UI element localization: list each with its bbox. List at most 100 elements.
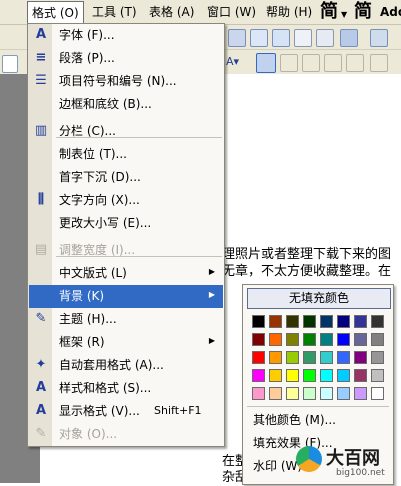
- drawing-icon[interactable]: [340, 29, 358, 47]
- align-center-icon[interactable]: [280, 54, 298, 72]
- color-swatch[interactable]: [337, 315, 350, 328]
- menu-item-label: 样式和格式 (S)...: [59, 381, 152, 395]
- menu-item-text-direction[interactable]: ⫼ 文字方向 (X)...: [29, 189, 223, 212]
- menu-window[interactable]: 窗口 (W): [203, 3, 260, 21]
- color-swatch[interactable]: [269, 369, 282, 382]
- excel-icon[interactable]: [294, 29, 312, 47]
- reveal-formatting-icon: A: [35, 403, 47, 418]
- color-swatch[interactable]: [354, 369, 367, 382]
- style-dropdown[interactable]: [2, 55, 18, 73]
- menu-item-borders-shading[interactable]: 边框和底纹 (B)...: [29, 93, 223, 116]
- more-colors-item[interactable]: 其他颜色 (M)...: [253, 411, 336, 428]
- color-swatch[interactable]: [371, 315, 384, 328]
- color-swatch[interactable]: [252, 333, 265, 346]
- color-swatch[interactable]: [354, 333, 367, 346]
- menu-item-columns[interactable]: ▥ 分栏 (C)...: [29, 120, 223, 143]
- color-swatch[interactable]: [337, 333, 350, 346]
- fit-text-icon: ▤: [34, 242, 48, 257]
- color-swatch[interactable]: [337, 387, 350, 400]
- borders-shading-icon: [33, 96, 49, 112]
- ime-simplified-button-2[interactable]: 简: [350, 0, 376, 24]
- color-swatch[interactable]: [269, 351, 282, 364]
- color-swatch[interactable]: [252, 351, 265, 364]
- submenu-arrow-icon: ▶: [208, 290, 215, 299]
- color-swatch[interactable]: [320, 351, 333, 364]
- logo-url: big100.net: [336, 468, 385, 478]
- menu-item-fit-text: ▤ 调整宽度 (I)...: [29, 239, 223, 262]
- color-swatch[interactable]: [269, 333, 282, 346]
- line-spacing-icon[interactable]: [346, 54, 364, 72]
- menu-item-label: 边框和底纹 (B)...: [59, 97, 152, 111]
- color-swatch[interactable]: [354, 315, 367, 328]
- document-map-icon[interactable]: [370, 29, 388, 47]
- columns-icon[interactable]: [316, 29, 334, 47]
- menu-item-theme[interactable]: ✎ 主题 (H)...: [29, 308, 223, 331]
- color-swatch[interactable]: [269, 315, 282, 328]
- align-right-icon[interactable]: [302, 54, 320, 72]
- font-color-icon[interactable]: A▾: [226, 55, 242, 71]
- table-icon[interactable]: [250, 29, 268, 47]
- menu-table[interactable]: 表格 (A): [145, 3, 198, 21]
- menu-item-frames[interactable]: 框架 (R) ▶: [29, 331, 223, 354]
- menu-item-shortcut: Shift+F1: [154, 404, 202, 417]
- adobe-menu[interactable]: Ado: [376, 3, 401, 21]
- color-swatch[interactable]: [303, 333, 316, 346]
- color-swatch[interactable]: [337, 369, 350, 382]
- menu-help[interactable]: 帮助 (H): [262, 3, 316, 21]
- color-swatch[interactable]: [252, 369, 265, 382]
- color-swatch[interactable]: [269, 387, 282, 400]
- submenu-arrow-icon: ▶: [208, 267, 215, 276]
- drop-cap-icon: [33, 169, 49, 185]
- align-left-icon[interactable]: [256, 53, 276, 73]
- no-fill-color-button[interactable]: 无填充颜色: [247, 288, 391, 309]
- color-swatch[interactable]: [371, 333, 384, 346]
- color-swatch[interactable]: [286, 369, 299, 382]
- numbering-icon[interactable]: [370, 54, 388, 72]
- change-case-icon: [33, 215, 49, 231]
- menu-item-styles-formatting[interactable]: A 样式和格式 (S)...: [29, 377, 223, 400]
- menu-item-asian-layout[interactable]: 中文版式 (L) ▶: [29, 262, 223, 285]
- menu-item-paragraph[interactable]: ≡ 段落 (P)...: [29, 47, 223, 70]
- color-swatch[interactable]: [252, 387, 265, 400]
- color-swatch[interactable]: [286, 387, 299, 400]
- color-swatch[interactable]: [303, 369, 316, 382]
- color-swatch[interactable]: [354, 351, 367, 364]
- color-swatch[interactable]: [320, 333, 333, 346]
- menu-item-drop-cap[interactable]: 首字下沉 (D)...: [29, 166, 223, 189]
- color-swatch[interactable]: [337, 351, 350, 364]
- site-watermark-logo: 大百网 big100.net: [296, 444, 401, 483]
- color-swatch[interactable]: [371, 369, 384, 382]
- menu-item-label: 更改大小写 (E)...: [59, 216, 152, 230]
- color-swatch[interactable]: [371, 387, 384, 400]
- menu-item-label: 项目符号和编号 (N)...: [59, 74, 177, 88]
- toolbar-button[interactable]: [228, 29, 246, 47]
- menu-item-label: 首字下沉 (D)...: [59, 170, 141, 184]
- document-text-line: 无章，不太方便收藏整理。在: [222, 264, 392, 279]
- color-swatch[interactable]: [303, 387, 316, 400]
- menu-item-reveal-formatting[interactable]: A 显示格式 (V)... Shift+F1: [29, 400, 223, 423]
- menu-item-change-case[interactable]: 更改大小写 (E)...: [29, 212, 223, 235]
- menu-item-background[interactable]: 背景 (K) ▶: [29, 285, 223, 308]
- menu-item-autoformat[interactable]: ✦ 自动套用格式 (A)...: [29, 354, 223, 377]
- menu-format[interactable]: 格式 (O): [27, 1, 84, 24]
- separator: [56, 256, 222, 257]
- menu-tools[interactable]: 工具 (T): [88, 3, 141, 21]
- color-swatch[interactable]: [286, 315, 299, 328]
- color-swatch[interactable]: [320, 369, 333, 382]
- menu-item-tabs[interactable]: 制表位 (T)...: [29, 143, 223, 166]
- color-swatch[interactable]: [286, 333, 299, 346]
- color-swatch[interactable]: [320, 387, 333, 400]
- justify-icon[interactable]: [324, 54, 342, 72]
- menu-item-bullets-numbering[interactable]: ☰ 项目符号和编号 (N)...: [29, 70, 223, 93]
- background-icon: [33, 288, 49, 304]
- insert-table-icon[interactable]: [272, 29, 290, 47]
- menu-item-label: 对象 (O)...: [59, 427, 118, 441]
- color-swatch[interactable]: [252, 315, 265, 328]
- color-swatch[interactable]: [354, 387, 367, 400]
- color-swatch[interactable]: [371, 351, 384, 364]
- color-swatch[interactable]: [320, 315, 333, 328]
- color-swatch[interactable]: [286, 351, 299, 364]
- menu-item-font[interactable]: A 字体 (F)...: [29, 24, 223, 47]
- color-swatch[interactable]: [303, 315, 316, 328]
- color-swatch[interactable]: [303, 351, 316, 364]
